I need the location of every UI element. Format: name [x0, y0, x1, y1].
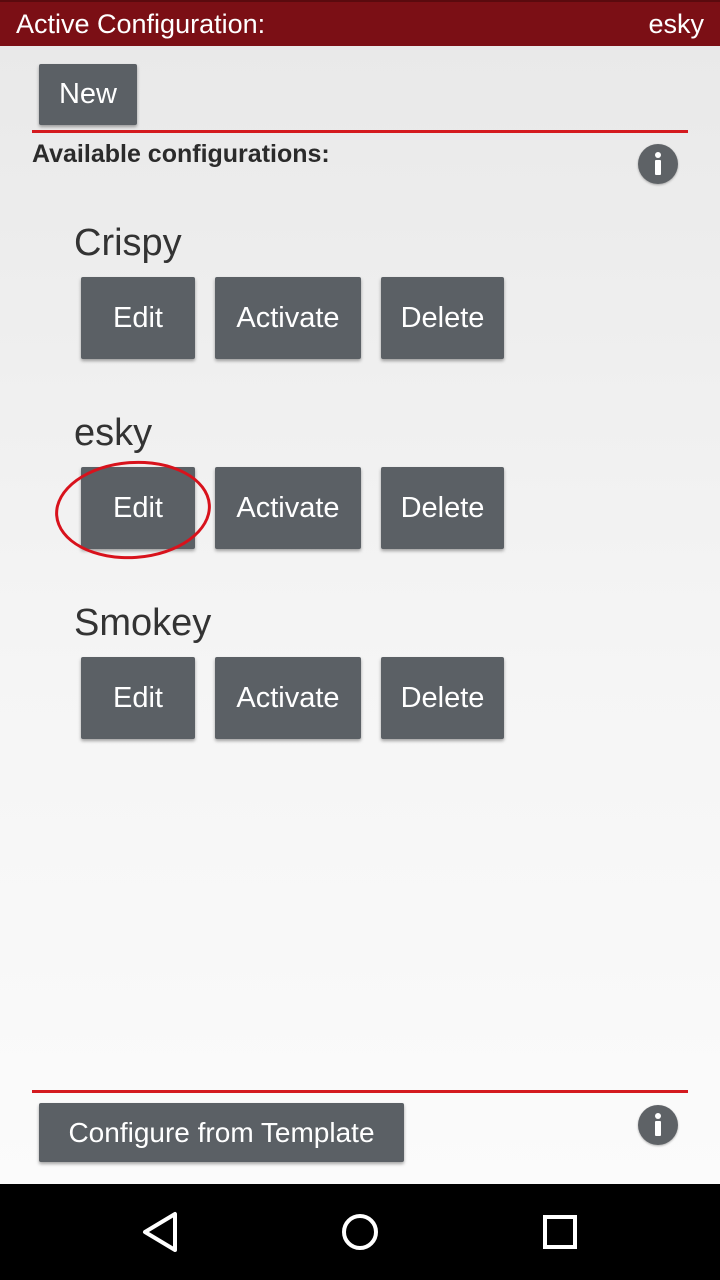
delete-button[interactable]: Delete — [381, 277, 504, 359]
delete-button[interactable]: Delete — [381, 657, 504, 739]
configuration-name: esky — [74, 412, 153, 454]
home-icon[interactable] — [332, 1204, 388, 1260]
activate-button[interactable]: Activate — [215, 277, 361, 359]
active-configuration-name: esky — [648, 8, 704, 39]
new-button[interactable]: New — [39, 64, 137, 125]
title-bar: Active Configuration: esky — [0, 0, 720, 46]
active-configuration-label: Active Configuration: — [16, 8, 266, 39]
main-content: New Available configurations: Crispy Edi… — [0, 46, 720, 1184]
delete-button[interactable]: Delete — [381, 467, 504, 549]
edit-button[interactable]: Edit — [81, 277, 195, 359]
activate-button[interactable]: Activate — [215, 657, 361, 739]
activate-button[interactable]: Activate — [215, 467, 361, 549]
edit-button[interactable]: Edit — [81, 657, 195, 739]
info-icon[interactable] — [638, 1105, 678, 1145]
configuration-name: Smokey — [74, 602, 212, 644]
edit-button[interactable]: Edit — [81, 467, 195, 549]
back-icon[interactable] — [132, 1204, 188, 1260]
navigation-bar — [0, 1184, 720, 1280]
info-icon[interactable] — [638, 144, 678, 184]
available-configurations-label: Available configurations: — [32, 140, 330, 168]
configuration-name: Crispy — [74, 222, 182, 264]
recents-icon[interactable] — [532, 1204, 588, 1260]
divider-top — [32, 130, 688, 133]
configure-from-template-button[interactable]: Configure from Template — [39, 1103, 404, 1162]
divider-bottom — [32, 1090, 688, 1093]
